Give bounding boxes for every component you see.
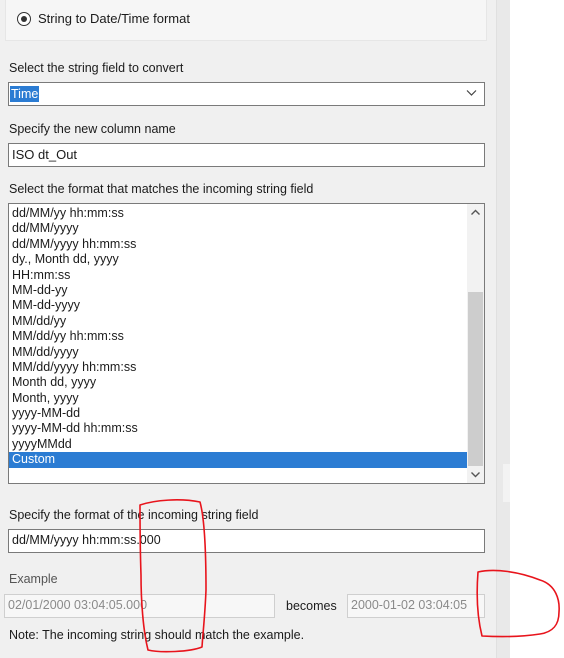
example-label: Example bbox=[9, 572, 58, 586]
format-list-item[interactable]: dd/MM/yy hh:mm:ss bbox=[9, 206, 467, 221]
radio-selected-dot bbox=[21, 16, 27, 22]
format-list-item[interactable]: dd/MM/yyyy hh:mm:ss bbox=[9, 237, 467, 252]
format-list-item[interactable]: MM/dd/yy bbox=[9, 314, 467, 329]
scroll-down-arrow-icon[interactable] bbox=[467, 466, 484, 483]
string-to-datetime-label[interactable]: String to Date/Time format bbox=[38, 11, 190, 26]
format-list-item[interactable]: yyyyMMdd bbox=[9, 437, 467, 452]
new-column-name-input[interactable]: ISO dt_Out bbox=[8, 143, 485, 167]
format-list-item[interactable]: yyyy-MM-dd bbox=[9, 406, 467, 421]
example-result-field: 2000-01-02 03:04:05 bbox=[347, 594, 485, 618]
format-list-item[interactable]: MM/dd/yy hh:mm:ss bbox=[9, 329, 467, 344]
custom-format-input[interactable]: dd/MM/yyyy hh:mm:ss.000 bbox=[8, 529, 485, 553]
format-list-item[interactable]: MM-dd-yyyy bbox=[9, 298, 467, 313]
format-list-item[interactable]: MM/dd/yyyy bbox=[9, 345, 467, 360]
string-field-label: Select the string field to convert bbox=[9, 61, 184, 75]
format-list-item[interactable]: MM-dd-yy bbox=[9, 283, 467, 298]
format-list-item[interactable]: HH:mm:ss bbox=[9, 268, 467, 283]
configuration-panel: String to Date/Time format Select the st… bbox=[0, 0, 496, 658]
pane-splitter[interactable] bbox=[496, 0, 510, 658]
example-input-field: 02/01/2000 03:04:05.000 bbox=[4, 594, 275, 618]
right-pane bbox=[510, 0, 564, 658]
string-field-dropdown[interactable]: Time bbox=[8, 82, 485, 106]
format-listbox[interactable]: dd/MM/yy hh:mm:ss dd/MM/yyyy dd/MM/yyyy hh… bbox=[8, 203, 485, 484]
format-list-items: dd/MM/yy hh:mm:ss dd/MM/yyyy dd/MM/yyyy hh… bbox=[9, 206, 467, 468]
scroll-up-arrow-icon[interactable] bbox=[467, 204, 484, 221]
becomes-label: becomes bbox=[286, 599, 337, 613]
format-list-item-selected[interactable]: Custom bbox=[9, 452, 467, 468]
format-list-item[interactable]: dy., Month dd, yyyy bbox=[9, 252, 467, 267]
chevron-down-icon[interactable] bbox=[466, 89, 477, 97]
format-list-item[interactable]: MM/dd/yyyy hh:mm:ss bbox=[9, 360, 467, 375]
note-text: Note: The incoming string should match t… bbox=[9, 628, 305, 642]
scrollbar-thumb[interactable] bbox=[468, 292, 483, 466]
string-to-datetime-radio[interactable] bbox=[17, 12, 31, 26]
format-list-item[interactable]: yyyy-MM-dd hh:mm:ss bbox=[9, 421, 467, 436]
conversion-mode-group: String to Date/Time format bbox=[5, 0, 487, 41]
splitter-grip bbox=[503, 464, 510, 502]
format-list-label: Select the format that matches the incom… bbox=[9, 182, 314, 196]
custom-format-label: Specify the format of the incoming strin… bbox=[9, 508, 259, 522]
format-list-item[interactable]: dd/MM/yyyy bbox=[9, 221, 467, 236]
format-list-scrollbar[interactable] bbox=[467, 204, 484, 483]
format-list-item[interactable]: Month dd, yyyy bbox=[9, 375, 467, 390]
string-field-selected-value: Time bbox=[10, 86, 40, 102]
new-column-label: Specify the new column name bbox=[9, 122, 176, 136]
format-list-item[interactable]: Month, yyyy bbox=[9, 391, 467, 406]
